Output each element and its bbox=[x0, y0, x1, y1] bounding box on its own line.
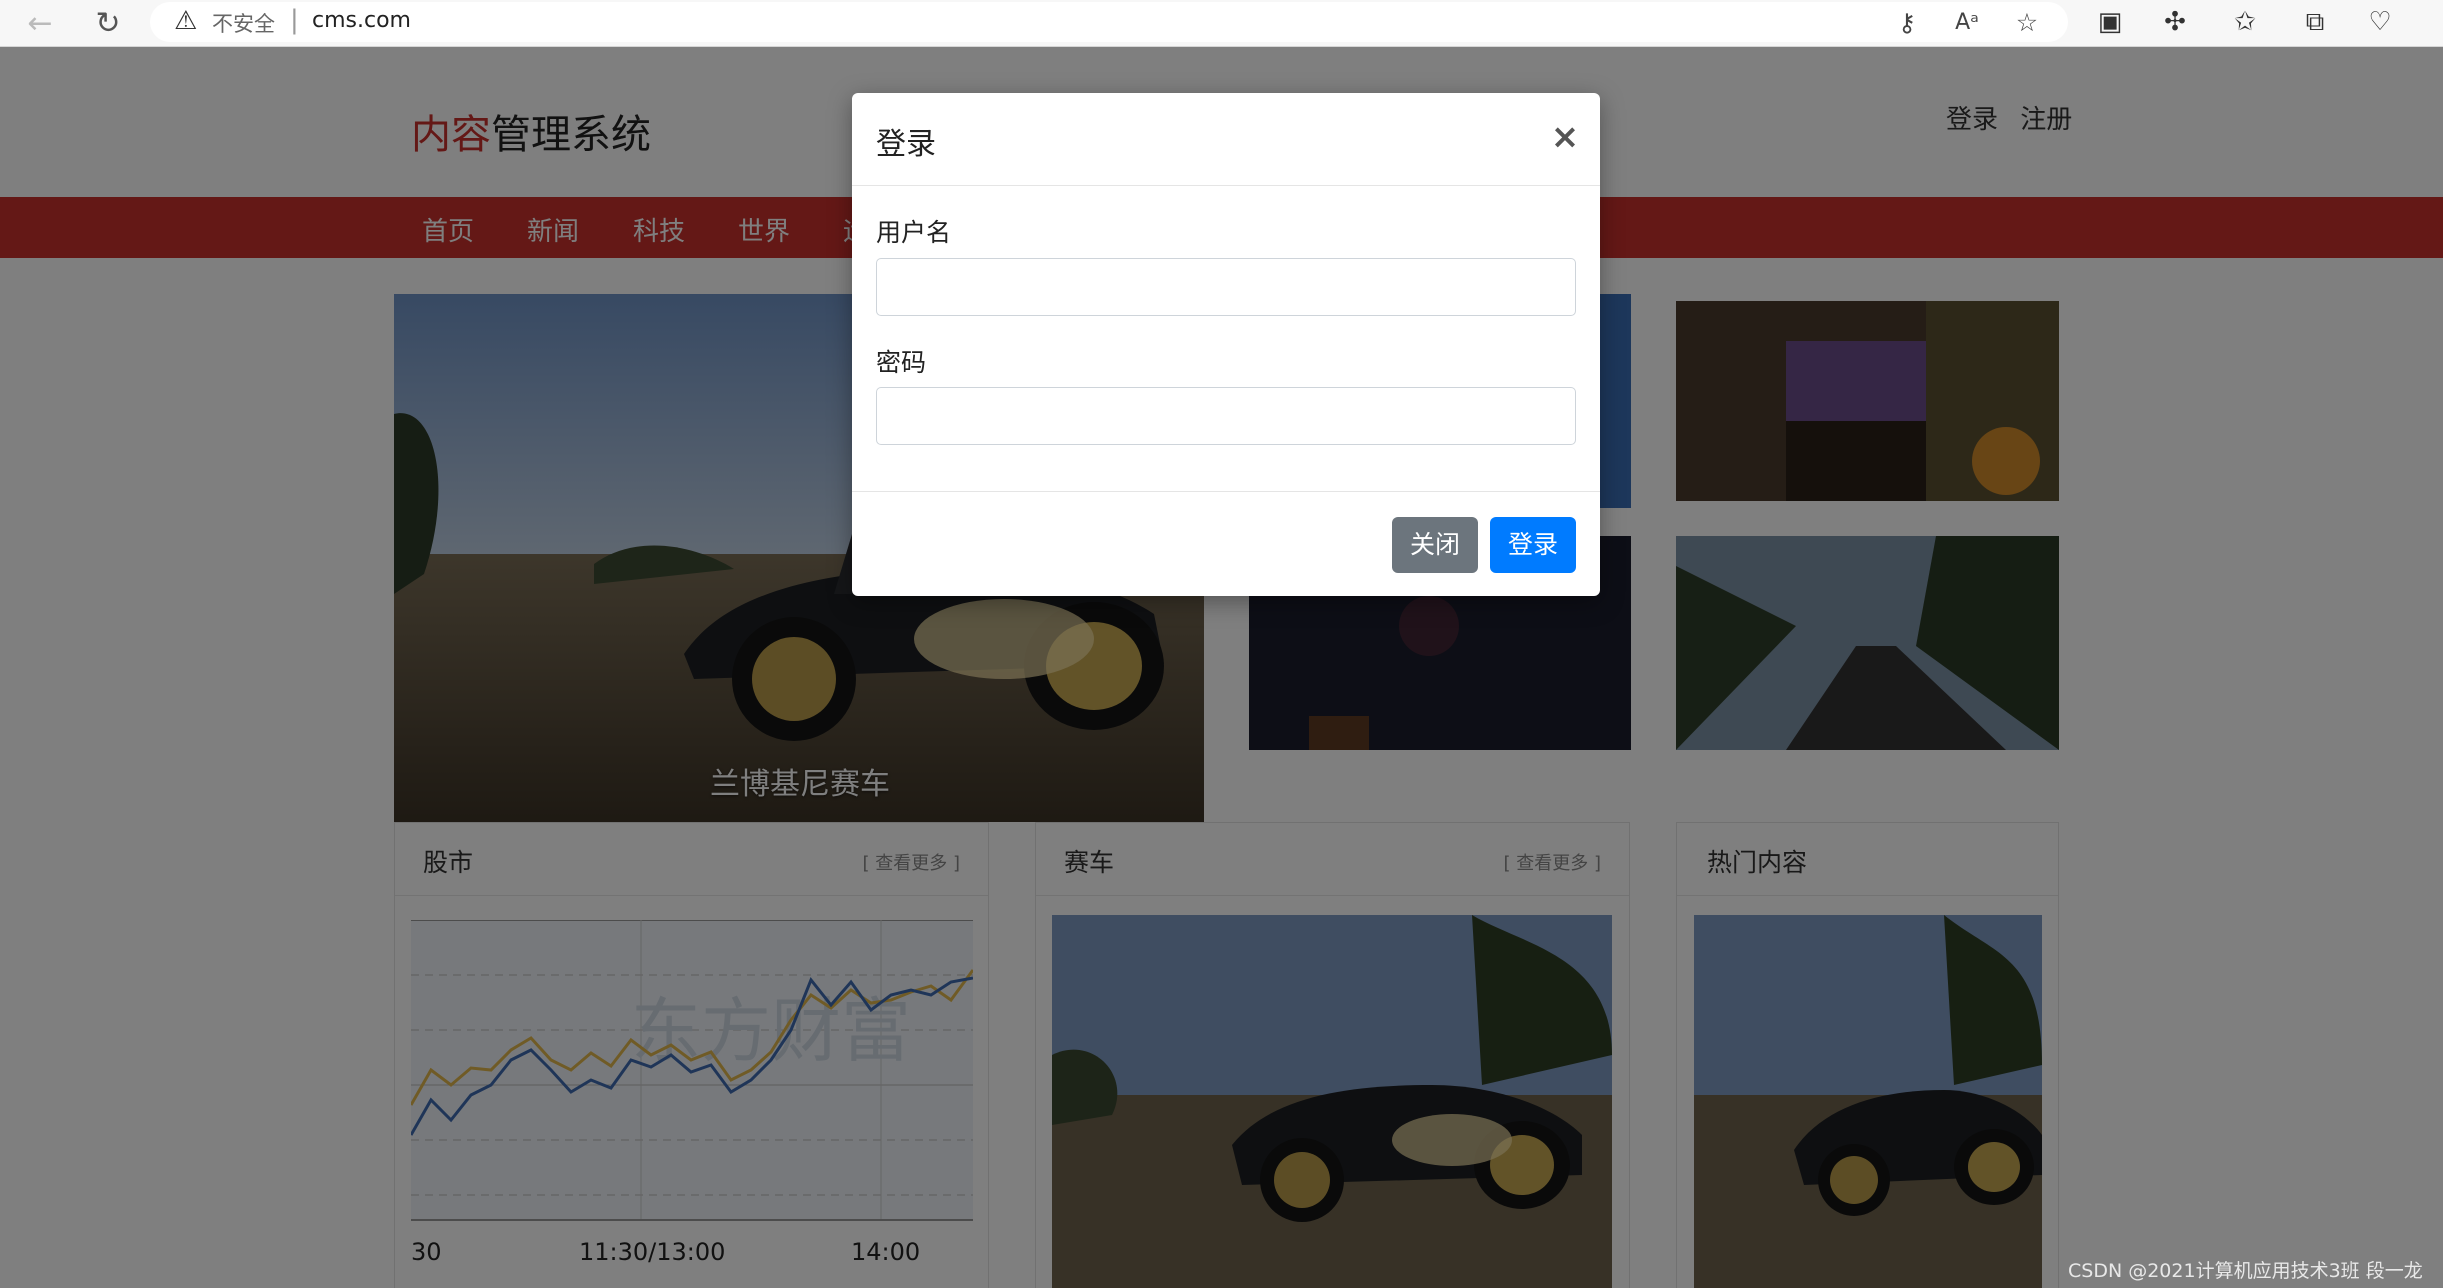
favorite-star-icon[interactable]: ☆ bbox=[2010, 6, 2044, 40]
login-modal: 登录 × 用户名 密码 关闭 登录 bbox=[852, 93, 1600, 596]
extensions-icon[interactable]: ✣ bbox=[2155, 2, 2195, 42]
read-aloud-icon[interactable]: Aᵃ bbox=[1950, 6, 1984, 40]
performance-icon[interactable]: ♡ bbox=[2360, 2, 2400, 42]
close-icon[interactable]: × bbox=[1548, 117, 1582, 157]
favorites-icon[interactable]: ✩ bbox=[2225, 2, 2265, 42]
modal-header: 登录 × bbox=[852, 93, 1600, 186]
login-button[interactable]: 登录 bbox=[1490, 517, 1576, 573]
csdn-watermark: CSDN @2021计算机应用技术3班 段一龙 bbox=[2068, 1260, 2423, 1282]
password-input[interactable] bbox=[876, 387, 1576, 445]
collections-icon[interactable]: ⧉ bbox=[2295, 2, 2335, 42]
tabs-icon[interactable]: ▣ bbox=[2090, 2, 2130, 42]
screen: ← ↻ ⚠ 不安全 | cms.com ⚷ Aᵃ ☆ ▣ ✣ ✩ ⧉ ♡ 内容管… bbox=[0, 0, 2443, 1288]
url-text[interactable]: cms.com bbox=[312, 8, 411, 33]
address-bar[interactable]: ⚠ 不安全 | cms.com ⚷ Aᵃ ☆ bbox=[150, 2, 2068, 42]
reload-icon[interactable]: ↻ bbox=[88, 4, 128, 44]
browser-toolbar: ← ↻ ⚠ 不安全 | cms.com ⚷ Aᵃ ☆ ▣ ✣ ✩ ⧉ ♡ bbox=[0, 0, 2443, 47]
address-divider: | bbox=[290, 5, 299, 35]
key-icon[interactable]: ⚷ bbox=[1890, 6, 1924, 40]
close-button[interactable]: 关闭 bbox=[1392, 517, 1478, 573]
modal-title: 登录 bbox=[876, 127, 936, 162]
username-label: 用户名 bbox=[876, 218, 952, 247]
insecure-label: 不安全 bbox=[212, 12, 275, 36]
modal-footer: 关闭 登录 bbox=[852, 491, 1600, 596]
username-input[interactable] bbox=[876, 258, 1576, 316]
back-arrow-icon[interactable]: ← bbox=[20, 4, 60, 44]
warning-icon: ⚠ bbox=[174, 6, 198, 36]
password-label: 密码 bbox=[876, 348, 927, 377]
